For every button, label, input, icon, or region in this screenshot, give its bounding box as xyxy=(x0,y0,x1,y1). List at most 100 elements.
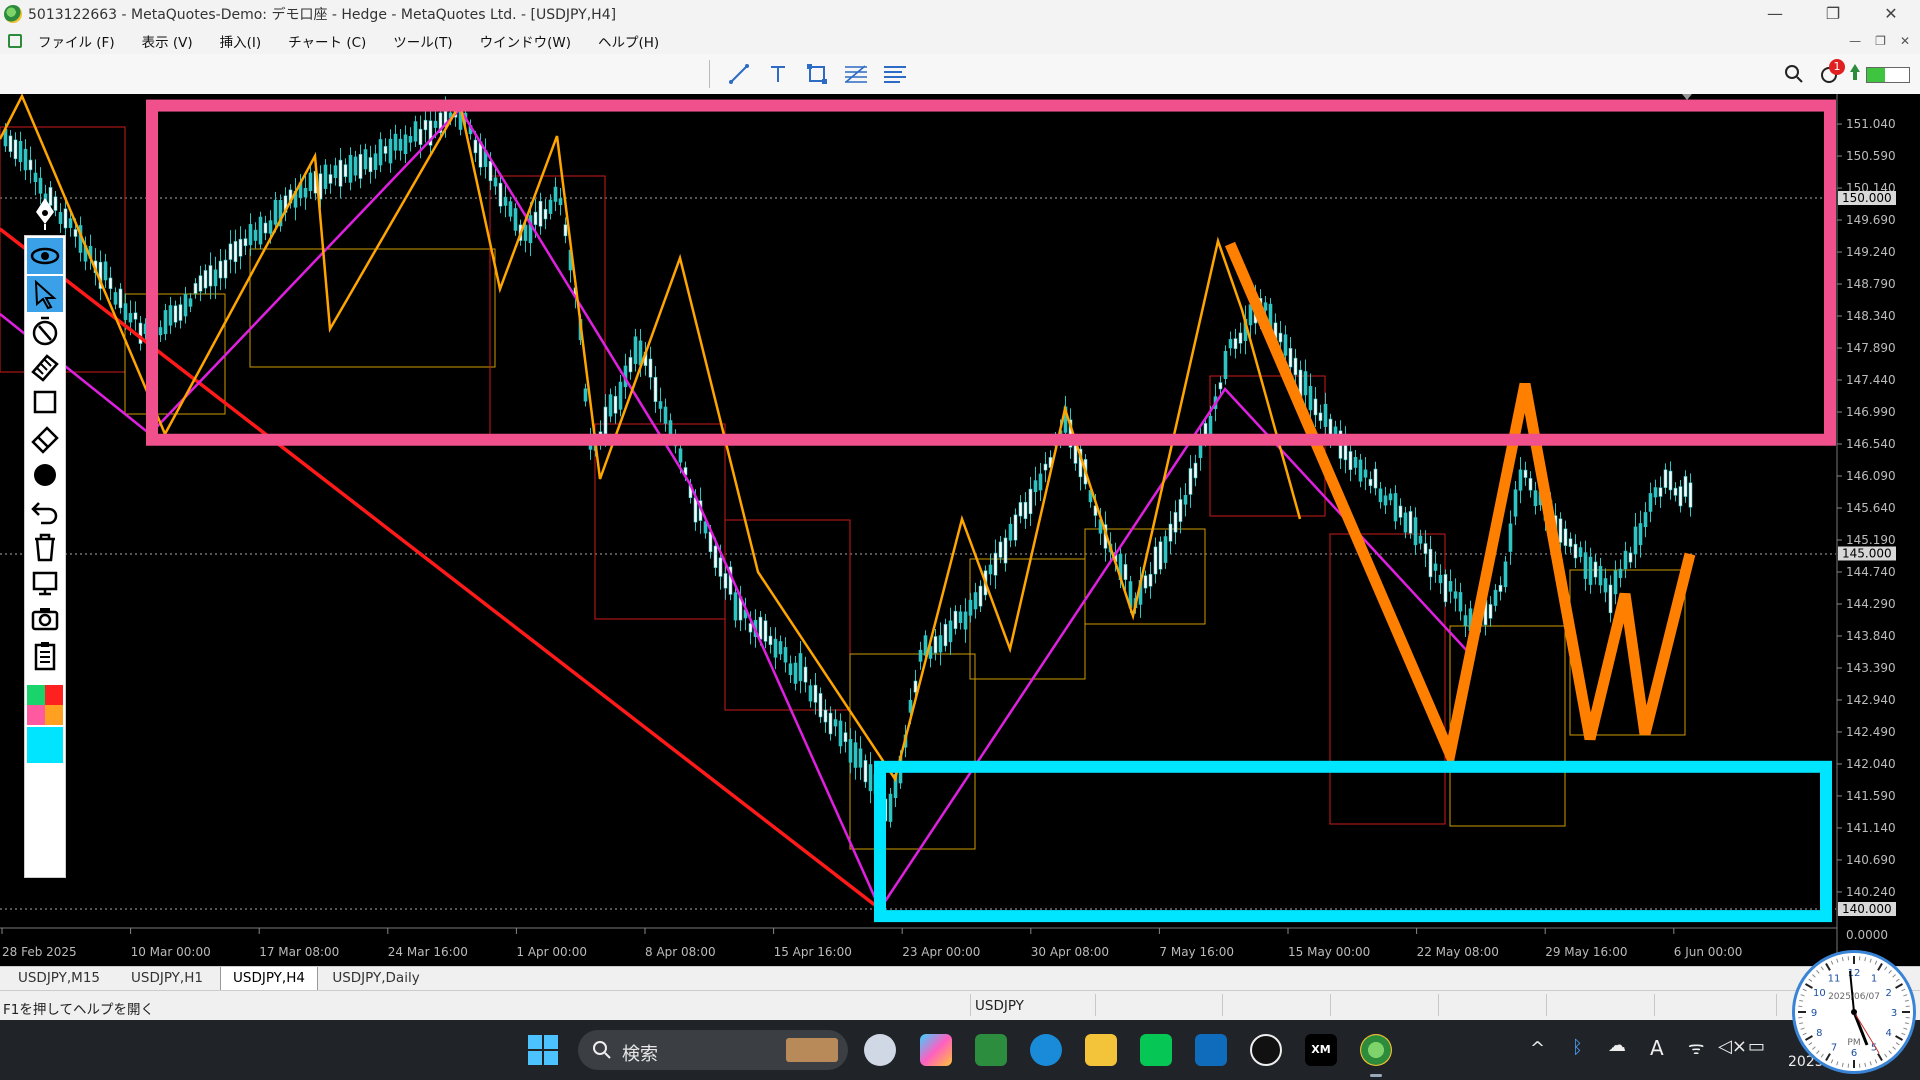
xm-trading-icon[interactable]: XM xyxy=(1305,1034,1337,1066)
color-swatch-grid[interactable] xyxy=(27,685,63,725)
clipboard-icon[interactable] xyxy=(27,638,63,672)
price-tick-label: 146.540 xyxy=(1846,437,1896,451)
mdi-restore-icon[interactable]: ❐ xyxy=(1875,34,1886,48)
tab-usdjpy-m15[interactable]: USDJPY,M15 xyxy=(4,967,114,990)
cloud-icon[interactable]: ☁ xyxy=(1608,1035,1626,1056)
notifications-icon[interactable]: 1 xyxy=(1820,59,1845,88)
window-title: 5013122663 - MetaQuotes-Demo: デモ口座 - Hed… xyxy=(28,7,617,23)
time-tick-label: 23 Apr 00:00 xyxy=(902,945,980,959)
running-indicator xyxy=(1370,1074,1382,1077)
clock-ampm: PM xyxy=(1847,1038,1860,1048)
menu-view[interactable]: 表示 (V) xyxy=(142,31,193,51)
eraser-icon[interactable] xyxy=(27,422,63,456)
wifi-icon[interactable]: ᯤ xyxy=(1688,1036,1704,1060)
mdi-close-icon[interactable]: ✕ xyxy=(1900,34,1910,48)
battery-icon[interactable]: ▭ xyxy=(1748,1036,1765,1057)
edge-browser-icon[interactable] xyxy=(1030,1034,1062,1066)
search-icon[interactable] xyxy=(1784,64,1804,88)
text-tool-icon[interactable] xyxy=(763,60,793,88)
volume-icon[interactable]: ◁× xyxy=(1718,1036,1747,1057)
time-tick-label: 22 May 08:00 xyxy=(1417,945,1499,959)
trendline[interactable] xyxy=(0,227,882,911)
price-level-label: 150.000 xyxy=(1842,191,1892,205)
menu-tools[interactable]: ツール(T) xyxy=(393,31,452,51)
price-tick-label: 150.590 xyxy=(1846,149,1896,163)
menu-window[interactable]: ウインドウ(W) xyxy=(480,31,571,51)
time-tick-label: 15 May 00:00 xyxy=(1288,945,1370,959)
minimize-button[interactable]: — xyxy=(1746,0,1804,28)
chart-tabs: USDJPY,M15 USDJPY,H1 USDJPY,H4 USDJPY,Da… xyxy=(0,966,1920,991)
clock-app-icon[interactable] xyxy=(864,1034,896,1066)
cursor-icon[interactable] xyxy=(27,276,63,312)
zigzag-slow-line xyxy=(0,106,1471,912)
ime-icon[interactable]: A xyxy=(1650,1036,1664,1060)
stopwatch-icon[interactable] xyxy=(27,314,63,348)
price-tick-label: 148.340 xyxy=(1846,309,1896,323)
menu-help[interactable]: ヘルプ(H) xyxy=(598,31,659,51)
outlook-icon[interactable] xyxy=(1195,1034,1227,1066)
line-tool-icon[interactable] xyxy=(724,60,754,88)
price-tick-label: 147.890 xyxy=(1846,341,1896,355)
active-color-swatch[interactable] xyxy=(27,727,63,763)
windows-taskbar: 検索 XM ^ ᛒ ☁ A ᯤ ◁× ▭ 2025 xyxy=(0,1020,1920,1080)
bluetooth-icon[interactable]: ᛒ xyxy=(1572,1037,1583,1058)
trash-icon[interactable] xyxy=(27,530,63,564)
windows-start-icon[interactable] xyxy=(528,1035,558,1069)
connection-indicator xyxy=(1866,67,1910,83)
monitor-icon[interactable] xyxy=(27,566,63,600)
price-tick-label: 142.040 xyxy=(1846,757,1896,771)
price-tick-label: 140.240 xyxy=(1846,885,1896,899)
line-app-icon[interactable] xyxy=(1140,1034,1172,1066)
price-tick-label: 145.190 xyxy=(1846,533,1896,547)
price-tick-label: 146.990 xyxy=(1846,405,1896,419)
taskbar-search[interactable]: 検索 xyxy=(578,1030,848,1070)
rectangle-icon[interactable] xyxy=(27,386,63,420)
copilot-icon[interactable] xyxy=(920,1034,952,1066)
tab-usdjpy-h1[interactable]: USDJPY,H1 xyxy=(116,967,218,990)
time-tick-label: 29 May 16:00 xyxy=(1545,945,1627,959)
tab-usdjpy-daily[interactable]: USDJPY,Daily xyxy=(320,967,432,990)
camera-icon[interactable] xyxy=(27,602,63,636)
tool-palette xyxy=(24,235,66,878)
menu-chart[interactable]: チャート (C) xyxy=(288,31,366,51)
resistance-zone[interactable] xyxy=(146,99,1836,446)
menu-insert[interactable]: 挿入(I) xyxy=(220,31,262,51)
undo-icon[interactable] xyxy=(27,494,63,528)
price-tick-label: 141.590 xyxy=(1846,789,1896,803)
dot-icon[interactable] xyxy=(27,458,63,492)
fibonacci-tool-icon[interactable] xyxy=(841,60,871,88)
price-level-label: 145.000 xyxy=(1842,547,1892,561)
pen-icon[interactable] xyxy=(24,192,66,232)
metatrader-app-icon xyxy=(4,5,22,23)
tray-overflow-icon[interactable]: ^ xyxy=(1530,1038,1545,1059)
lightbulb-app-icon[interactable] xyxy=(1250,1034,1282,1066)
tab-usdjpy-h4[interactable]: USDJPY,H4 xyxy=(220,967,318,991)
price-chart[interactable]: 151.040 150.590 150.140 149.690 149.240 148.7… xyxy=(0,94,1920,966)
chart-canvas: 151.040150.590150.140149.690149.240148.7… xyxy=(0,94,1896,966)
support-zone[interactable] xyxy=(874,760,1832,923)
time-tick-label: 8 Apr 08:00 xyxy=(645,945,716,959)
price-tick-label: 149.240 xyxy=(1846,245,1896,259)
close-button[interactable]: ✕ xyxy=(1862,0,1920,28)
metatrader-taskbar-icon[interactable] xyxy=(1360,1034,1392,1066)
file-explorer-icon[interactable] xyxy=(1085,1034,1117,1066)
price-tick-label: 146.090 xyxy=(1846,469,1896,483)
signal-level-icon xyxy=(1846,62,1864,88)
forecast-w-pattern[interactable] xyxy=(1224,241,1696,773)
mdi-minimize-icon[interactable]: — xyxy=(1849,34,1861,48)
svg-text:2: 2 xyxy=(1885,988,1891,999)
analog-clock-widget: 1 2 3 4 5 6 7 8 9 10 11 12 2025/06/07 PM xyxy=(1792,950,1916,1074)
shape-tool-icon[interactable] xyxy=(802,60,832,88)
sheets-app-icon[interactable] xyxy=(975,1034,1007,1066)
status-help-text: F1を押してヘルプを開く xyxy=(3,1002,154,1018)
eye-icon[interactable] xyxy=(27,238,63,274)
scroll-marker-icon[interactable] xyxy=(1682,94,1692,100)
ruler-icon[interactable] xyxy=(27,350,63,384)
channel-tool-icon[interactable] xyxy=(880,60,910,88)
notification-badge: 1 xyxy=(1829,59,1845,75)
price-tick-label: 148.790 xyxy=(1846,277,1896,291)
svg-text:8: 8 xyxy=(1816,1028,1822,1039)
maximize-button[interactable]: ❐ xyxy=(1804,0,1862,28)
clock-date: 2025/06/07 xyxy=(1828,992,1880,1002)
menu-file[interactable]: ファイル (F) xyxy=(38,31,115,51)
